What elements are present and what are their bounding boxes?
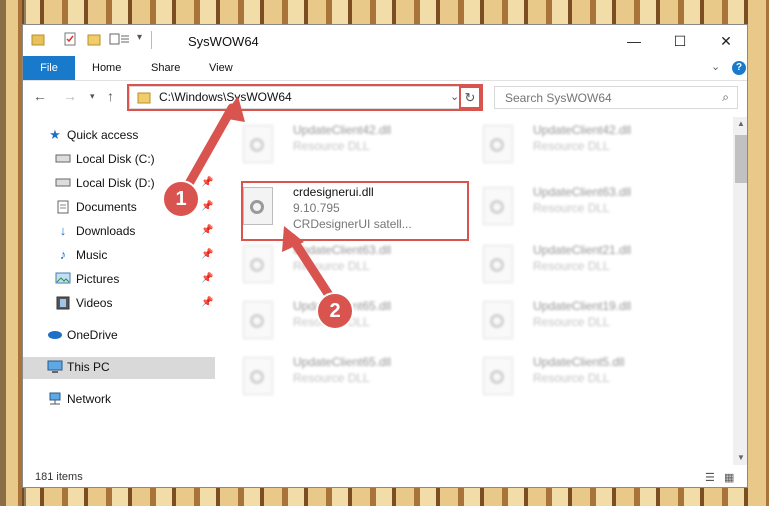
step-2-badge: 2 — [316, 292, 354, 330]
annotation-arrows — [177, 96, 341, 311]
step-1-badge: 1 — [162, 180, 200, 218]
